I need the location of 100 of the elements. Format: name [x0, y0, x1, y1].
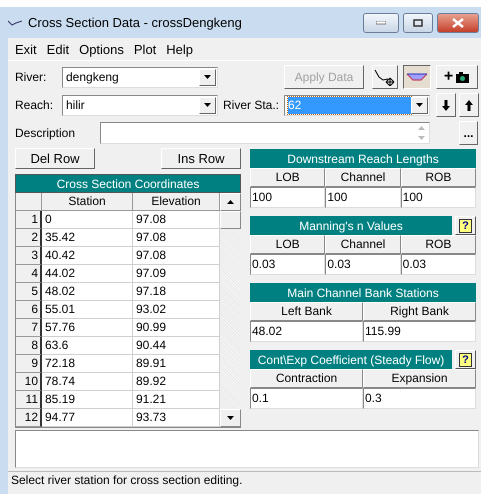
- previous-button[interactable]: [459, 93, 479, 117]
- table-cell[interactable]: 93.73: [133, 409, 220, 427]
- help-button[interactable]: ?: [455, 350, 476, 369]
- dropdown[interactable]: dengkeng: [62, 66, 218, 88]
- toolbar-button[interactable]: [403, 65, 431, 89]
- row-number: 9: [16, 355, 42, 373]
- row-number: 2: [16, 229, 42, 247]
- toolbar-button[interactable]: +: [436, 65, 478, 89]
- maximize-button[interactable]: [403, 12, 433, 32]
- row-number: 10: [16, 373, 42, 391]
- window-title: Cross Section Data - crossDengkeng: [28, 15, 243, 30]
- menu-item[interactable]: Help: [161, 42, 198, 56]
- more-button[interactable]: ...: [459, 121, 478, 145]
- table-cell[interactable]: 97.08: [133, 247, 220, 265]
- table-cell[interactable]: 57.76: [42, 319, 133, 337]
- help-button[interactable]: ?: [455, 216, 476, 235]
- panel-title: Cont\Exp Coefficient (Steady Flow): [250, 350, 452, 369]
- table-cell[interactable]: 97.08: [133, 211, 220, 229]
- menu-item[interactable]: Options: [74, 42, 129, 56]
- caret-icon: [204, 75, 211, 79]
- row-button[interactable]: Ins Row: [161, 148, 241, 169]
- table-cell[interactable]: 63.6: [42, 337, 133, 355]
- column-header: LOB: [250, 235, 326, 254]
- row-button[interactable]: Del Row: [15, 148, 95, 169]
- input-field[interactable]: 0.3: [363, 388, 476, 409]
- input-field[interactable]: 0.1: [250, 388, 363, 409]
- dropdown[interactable]: hilir: [62, 94, 218, 116]
- table-cell[interactable]: 93.02: [133, 301, 220, 319]
- scroll-down-button[interactable]: [220, 409, 241, 427]
- close-icon: [452, 18, 464, 28]
- input-field[interactable]: 100: [400, 187, 476, 208]
- table-title: Cross Section Coordinates: [15, 174, 241, 193]
- app-icon: [8, 20, 22, 26]
- column-header: Channel: [325, 168, 401, 187]
- minimize-button[interactable]: [363, 12, 399, 32]
- table-cell[interactable]: 90.44: [133, 337, 220, 355]
- table-cell[interactable]: 85.19: [42, 391, 133, 409]
- table-cell[interactable]: 97.08: [133, 229, 220, 247]
- field-label: River:: [15, 70, 48, 84]
- row-number: 1: [16, 211, 42, 229]
- row-number: 6: [16, 301, 42, 319]
- field-label: Description: [15, 126, 76, 140]
- menu-item[interactable]: Edit: [42, 42, 74, 56]
- up-arrow-icon: [465, 100, 473, 110]
- camera-icon: [455, 70, 470, 84]
- column-header: Elevation: [133, 193, 220, 211]
- row-number: 5: [16, 283, 42, 301]
- menu-item[interactable]: Plot: [128, 42, 162, 56]
- table-cell[interactable]: 97.18: [133, 283, 220, 301]
- cross-section-icon: [406, 73, 428, 81]
- column-header: Station: [42, 193, 133, 211]
- table-cell[interactable]: 94.77: [42, 409, 133, 427]
- table-cell[interactable]: 0: [42, 211, 133, 229]
- table-cell[interactable]: 44.02: [42, 265, 133, 283]
- table-cell[interactable]: 78.74: [42, 373, 133, 391]
- column-header: Channel: [325, 235, 401, 254]
- caret-icon: [204, 103, 211, 107]
- table-cell[interactable]: 91.21: [133, 391, 220, 409]
- table-cell[interactable]: 40.42: [42, 247, 133, 265]
- input-field[interactable]: 0.03: [325, 254, 401, 275]
- panel-title: Manning's n Values: [250, 216, 452, 235]
- table-cell[interactable]: 48.02: [42, 283, 133, 301]
- input-field[interactable]: 0.03: [400, 254, 476, 275]
- scroll-up-button[interactable]: [220, 193, 241, 211]
- table-cell[interactable]: 72.18: [42, 355, 133, 373]
- input-field[interactable]: 0.03: [250, 254, 326, 275]
- row-number: 7: [16, 319, 42, 337]
- column-header: ROB: [400, 168, 476, 187]
- down-arrow-icon: [227, 416, 234, 420]
- input-field[interactable]: 115.99: [363, 321, 476, 342]
- up-arrow-icon: [227, 200, 234, 204]
- caret-icon: [416, 103, 423, 107]
- table-cell[interactable]: 89.92: [133, 373, 220, 391]
- header-corner: [16, 193, 42, 211]
- table-cell[interactable]: 90.99: [133, 319, 220, 337]
- menu-item[interactable]: Exit: [10, 42, 42, 56]
- row-number: 11: [16, 391, 42, 409]
- scroll-thumb[interactable]: [220, 211, 241, 229]
- maximize-icon: [413, 18, 423, 26]
- input-field[interactable]: 100: [325, 187, 401, 208]
- next-button[interactable]: [436, 93, 456, 117]
- close-button[interactable]: [437, 12, 479, 32]
- input-field[interactable]: 100: [250, 187, 326, 208]
- column-header: Right Bank: [363, 302, 476, 321]
- column-header: LOB: [250, 168, 326, 187]
- row-number: 8: [16, 337, 42, 355]
- table-cell[interactable]: 35.42: [42, 229, 133, 247]
- column-header: ROB: [400, 235, 476, 254]
- table-cell[interactable]: 97.09: [133, 265, 220, 283]
- column-header: Expansion: [363, 369, 476, 388]
- scrollbar[interactable]: [220, 193, 241, 427]
- table-cell[interactable]: 55.01: [42, 301, 133, 319]
- table-cell[interactable]: 89.91: [133, 355, 220, 373]
- plot-icon: [374, 68, 396, 86]
- minimize-icon: [376, 20, 386, 24]
- field-label: River Sta.:: [223, 98, 280, 112]
- input-field[interactable]: 48.02: [250, 321, 363, 342]
- row-number: 4: [16, 265, 42, 283]
- panel-title: Main Channel Bank Stations: [250, 283, 476, 302]
- panel-title: Downstream Reach Lengths: [250, 149, 476, 168]
